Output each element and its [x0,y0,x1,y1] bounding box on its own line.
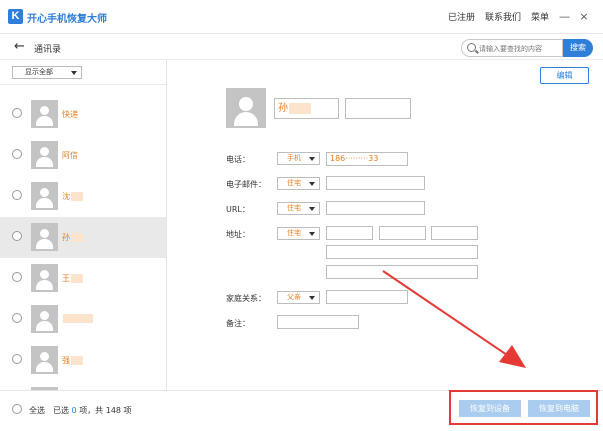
annotation-arrow-icon [382,270,526,368]
